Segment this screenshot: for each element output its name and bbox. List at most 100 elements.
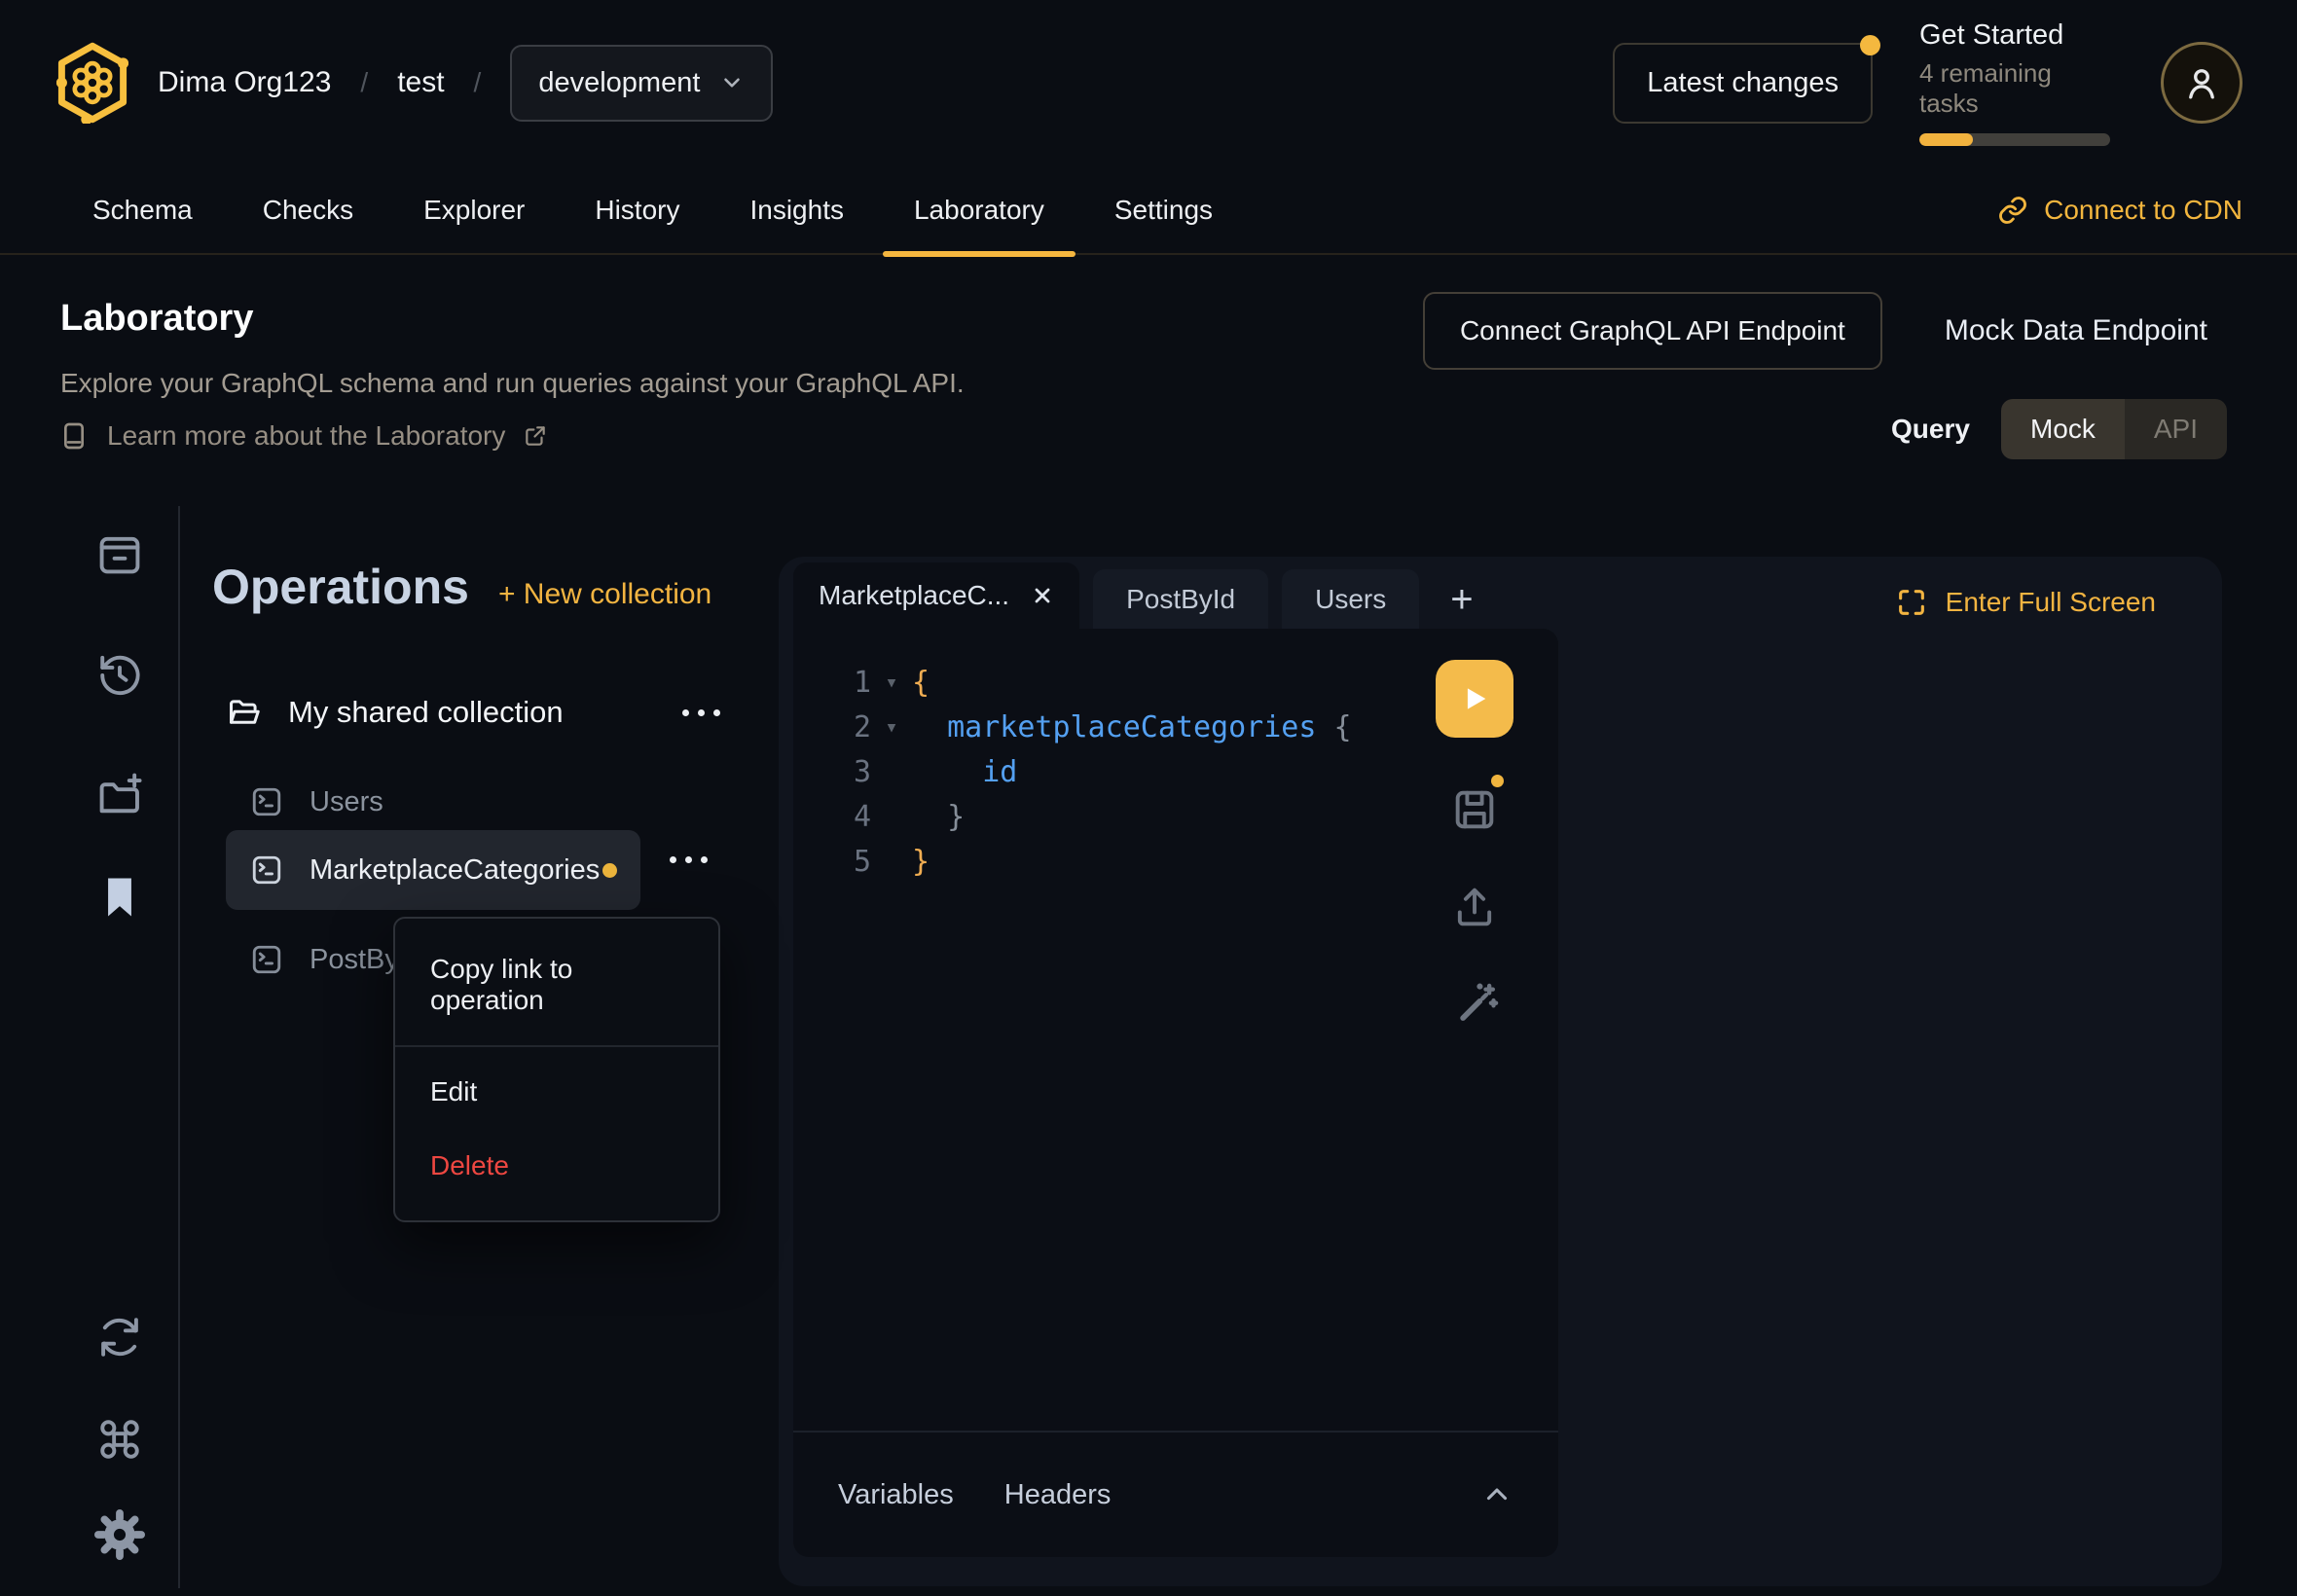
latest-changes-button[interactable]: Latest changes <box>1613 43 1873 124</box>
context-menu-edit[interactable]: Edit <box>395 1055 718 1129</box>
page-title: Laboratory <box>60 298 253 340</box>
book-icon <box>58 420 90 452</box>
tab-history[interactable]: History <box>595 165 679 255</box>
top-bar-right: Latest changes Get Started 4 remaining t… <box>1613 0 2242 165</box>
apollo-logo-icon <box>56 42 128 124</box>
app-root: Dima Org123 / test / development Latest … <box>0 0 2297 1596</box>
line-number: 2 <box>819 710 871 744</box>
get-started-progress-fill <box>1919 133 1973 146</box>
gear-icon[interactable] <box>94 1509 145 1560</box>
bookmark-icon[interactable] <box>94 872 145 923</box>
editor-tabs: MarketplaceC... PostById Users + <box>793 562 1491 630</box>
variables-tab[interactable]: Variables <box>838 1479 954 1511</box>
latest-changes-label: Latest changes <box>1647 67 1839 98</box>
top-bar: Dima Org123 / test / development Latest … <box>0 0 2297 165</box>
operation-icon <box>249 852 284 888</box>
chevron-down-icon <box>719 70 745 95</box>
close-icon[interactable] <box>1031 584 1054 607</box>
prettify-wand-icon[interactable] <box>1449 979 1500 1030</box>
learn-more-label: Learn more about the Laboratory <box>107 420 505 452</box>
external-link-icon <box>523 423 548 449</box>
collapse-panel-chevron-up-icon[interactable] <box>1480 1478 1513 1511</box>
context-menu: Copy link to operation Edit Delete <box>393 917 720 1222</box>
context-menu-delete[interactable]: Delete <box>395 1129 718 1203</box>
fold-arrow-icon[interactable]: ▾ <box>871 671 912 695</box>
operation-item-users[interactable]: Users <box>249 773 383 831</box>
fold-arrow-icon[interactable]: ▾ <box>871 715 912 740</box>
documentation-box-icon[interactable] <box>94 528 145 579</box>
enter-full-screen-button[interactable]: Enter Full Screen <box>1895 586 2156 619</box>
tab-settings[interactable]: Settings <box>1114 165 1213 255</box>
run-query-button[interactable] <box>1436 660 1513 738</box>
learn-more-link[interactable]: Learn more about the Laboratory <box>58 420 548 452</box>
line-number: 5 <box>819 845 871 879</box>
person-icon <box>2181 62 2222 103</box>
line-number: 1 <box>819 666 871 700</box>
unsaved-changes-dot <box>602 863 617 878</box>
editor-tab-marketplace[interactable]: MarketplaceC... <box>793 562 1079 629</box>
query-mode-toggle: Mock API <box>2001 399 2227 459</box>
operation-more-options-icon[interactable] <box>670 856 708 863</box>
breadcrumb: Dima Org123 / test / development <box>56 0 773 165</box>
rail-divider <box>178 506 180 1588</box>
new-collection-button[interactable]: + New collection <box>498 578 711 611</box>
breadcrumb-graph[interactable]: test <box>397 66 444 99</box>
toggle-option-api[interactable]: API <box>2125 399 2227 459</box>
connect-to-cdn-label: Connect to CDN <box>2044 195 2242 226</box>
query-mode-label: Query <box>1891 414 1970 445</box>
add-tab-button[interactable]: + <box>1433 569 1490 630</box>
mock-data-endpoint-button[interactable]: Mock Data Endpoint <box>1945 314 2207 347</box>
line-number: 3 <box>819 755 871 789</box>
variant-dropdown[interactable]: development <box>510 45 773 122</box>
operation-item-marketplace-categories[interactable]: MarketplaceCategories <box>226 830 640 910</box>
get-started-widget[interactable]: Get Started 4 remaining tasks <box>1919 19 2114 146</box>
folder-open-icon <box>226 694 263 731</box>
breadcrumb-org[interactable]: Dima Org123 <box>158 66 331 99</box>
user-avatar[interactable] <box>2161 42 2242 124</box>
collection-name: My shared collection <box>288 695 564 730</box>
operation-item-label: MarketplaceCategories <box>310 854 600 887</box>
operation-item-label: Users <box>310 786 383 818</box>
tab-checks[interactable]: Checks <box>263 165 353 255</box>
sync-icon[interactable] <box>94 1312 145 1362</box>
editor-tab-users[interactable]: Users <box>1282 569 1419 630</box>
notification-dot <box>1860 35 1880 55</box>
operation-icon <box>249 784 284 819</box>
folder-plus-icon[interactable] <box>94 770 145 820</box>
toggle-option-mock[interactable]: Mock <box>2001 399 2125 459</box>
endpoint-actions: Connect GraphQL API Endpoint Mock Data E… <box>1423 292 2207 370</box>
tab-explorer[interactable]: Explorer <box>423 165 525 255</box>
tab-laboratory[interactable]: Laboratory <box>914 165 1044 255</box>
variant-dropdown-label: development <box>538 67 700 99</box>
tab-schema[interactable]: Schema <box>92 165 193 255</box>
page-header: Laboratory Explore your GraphQL schema a… <box>0 255 2297 498</box>
fullscreen-icon <box>1895 586 1928 619</box>
query-editor[interactable]: 1 ▾ { 2 ▾ marketplaceCategories { 3 id 4 <box>793 629 1558 1557</box>
context-menu-copy-link[interactable]: Copy link to operation <box>395 932 718 1037</box>
tab-insights[interactable]: Insights <box>749 165 844 255</box>
save-button[interactable] <box>1449 784 1500 835</box>
collection-row[interactable]: My shared collection <box>226 681 720 744</box>
command-icon[interactable] <box>94 1414 145 1465</box>
variables-headers-bar: Variables Headers <box>793 1433 1558 1557</box>
operations-title: Operations <box>212 559 469 615</box>
editor-tab-label: PostById <box>1126 584 1235 615</box>
get-started-progress <box>1919 133 2110 146</box>
history-icon[interactable] <box>94 650 145 701</box>
line-number: 4 <box>819 800 871 834</box>
editor-actions <box>1436 660 1513 1030</box>
page-description: Explore your GraphQL schema and run quer… <box>60 368 965 399</box>
main-nav: Schema Checks Explorer History Insights … <box>0 165 2297 255</box>
headers-tab[interactable]: Headers <box>1004 1479 1112 1511</box>
editor-tab-post-by-id[interactable]: PostById <box>1093 569 1268 630</box>
get-started-title: Get Started <box>1919 19 2114 52</box>
connect-endpoint-button[interactable]: Connect GraphQL API Endpoint <box>1423 292 1882 370</box>
save-unsaved-dot <box>1491 775 1504 787</box>
editor-tab-label: MarketplaceC... <box>819 580 1009 611</box>
get-started-subtitle: 4 remaining tasks <box>1919 58 2114 119</box>
connect-to-cdn-link[interactable]: Connect to CDN <box>1997 165 2242 255</box>
breadcrumb-separator: / <box>474 67 482 98</box>
code-area[interactable]: 1 ▾ { 2 ▾ marketplaceCategories { 3 id 4 <box>793 629 1558 1431</box>
share-upload-button[interactable] <box>1449 882 1500 932</box>
collection-more-options-icon[interactable] <box>682 709 720 716</box>
